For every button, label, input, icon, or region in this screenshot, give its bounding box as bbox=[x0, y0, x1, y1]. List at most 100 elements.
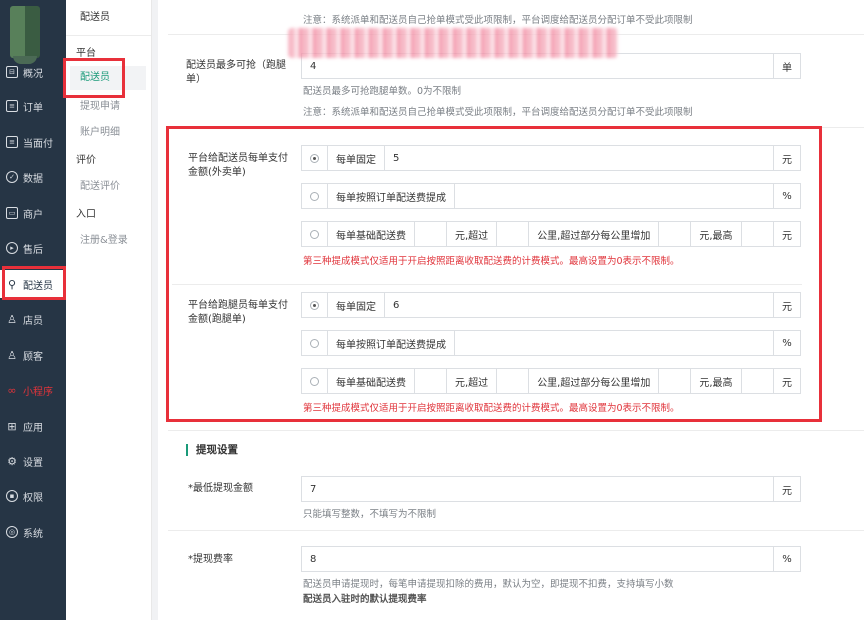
errand-max-input[interactable] bbox=[742, 369, 774, 393]
takeout-fixed-row[interactable]: 每单固定 5 元 bbox=[301, 145, 801, 171]
submenu-group-entry: 入口 bbox=[76, 209, 96, 220]
errand-fixed-row[interactable]: 每单固定 6 元 bbox=[301, 292, 801, 318]
errand-percent-value[interactable] bbox=[455, 331, 774, 355]
takeout-pay-label: 平台给配送员每单支付金额(外卖单) bbox=[188, 153, 288, 178]
nav-item-orders[interactable]: ≡ 订单 bbox=[0, 92, 66, 120]
takeout-distance-radio[interactable] bbox=[302, 222, 328, 246]
aftersale-icon: ▸ bbox=[6, 242, 18, 254]
errand-distance-radio[interactable] bbox=[302, 369, 328, 393]
takeout-max-input[interactable] bbox=[742, 222, 774, 246]
errand-fixed-label: 每单固定 bbox=[328, 293, 385, 317]
errand-extra-input[interactable] bbox=[659, 369, 692, 393]
withdraw-rate-value[interactable]: 8 bbox=[302, 547, 774, 571]
submenu-group-review: 评价 bbox=[76, 155, 96, 166]
errand-base-input[interactable] bbox=[415, 369, 447, 393]
data-icon: ✓ bbox=[6, 171, 18, 183]
takeout-fixed-label: 每单固定 bbox=[328, 146, 385, 170]
withdraw-section-title: 提现设置 bbox=[186, 444, 238, 456]
min-withdraw-value[interactable]: 7 bbox=[302, 477, 774, 501]
courier-icon: ⚲ bbox=[7, 277, 17, 291]
takeout-fixed-unit: 元 bbox=[782, 154, 792, 166]
min-withdraw-unit: 元 bbox=[782, 485, 792, 497]
errand-km-input[interactable] bbox=[497, 369, 530, 393]
nav-item-customer[interactable]: ♙ 顾客 bbox=[0, 341, 66, 369]
nav-item-label: 系统 bbox=[23, 528, 43, 540]
nav-item-system[interactable]: ◎ 系统 bbox=[0, 518, 66, 546]
errand-max-label: 元,最高 bbox=[691, 369, 742, 393]
errand-base-label: 每单基础配送费 bbox=[328, 369, 415, 393]
divider bbox=[168, 127, 864, 128]
miniprogram-icon: ∞ bbox=[7, 383, 17, 397]
takeout-extra-input[interactable] bbox=[659, 222, 692, 246]
withdraw-rate-label: *提现费率 bbox=[188, 554, 233, 565]
submenu-link-withdraw-apply[interactable]: 提现申请 bbox=[80, 97, 120, 112]
takeout-percent-value[interactable] bbox=[455, 184, 774, 208]
takeout-note: 第三种提成模式仅适用于开启按照距离收取配送费的计费模式。最高设置为0表示不限制。 bbox=[303, 256, 680, 267]
errand-fixed-radio[interactable] bbox=[302, 293, 328, 317]
customer-icon: ♙ bbox=[7, 348, 17, 362]
system-icon: ◎ bbox=[6, 526, 18, 538]
submenu-link-courier-review[interactable]: 配送评价 bbox=[80, 177, 120, 192]
nav-item-overview[interactable]: ⊟ 概况 bbox=[0, 58, 66, 86]
nav-item-label: 概况 bbox=[23, 68, 43, 80]
divider bbox=[168, 430, 864, 431]
nav-item-merchant[interactable]: ▭ 商户 bbox=[0, 199, 66, 227]
max-grab-unit: 单 bbox=[782, 62, 792, 74]
errand-percent-label: 每单按照订单配送费提成 bbox=[328, 331, 455, 355]
nav-item-label: 数据 bbox=[23, 173, 43, 185]
takeout-fixed-value[interactable]: 5 bbox=[385, 146, 774, 170]
app-logo bbox=[10, 6, 40, 64]
nav-item-courier[interactable]: ⚲ 配送员 bbox=[0, 270, 66, 298]
nav-item-label: 配送员 bbox=[23, 280, 53, 292]
takeout-percent-unit: % bbox=[782, 190, 792, 202]
radio-checked-icon bbox=[310, 300, 319, 310]
nav-item-data[interactable]: ✓ 数据 bbox=[0, 163, 66, 191]
errand-fixed-unit: 元 bbox=[782, 301, 792, 313]
nav-item-label: 小程序 bbox=[23, 386, 53, 398]
takeout-max-label: 元,最高 bbox=[691, 222, 742, 246]
takeout-base-input[interactable] bbox=[415, 222, 447, 246]
radio-checked-icon bbox=[310, 153, 319, 163]
nav-item-permission[interactable]: ▪ 权限 bbox=[0, 482, 66, 510]
nav-item-settings[interactable]: ⚙ 设置 bbox=[0, 447, 66, 475]
takeout-percent-row[interactable]: 每单按照订单配送费提成 % bbox=[301, 183, 801, 209]
takeout-distance-row[interactable]: 每单基础配送费 元,超过 公里,超过部分每公里增加 元,最高 元 bbox=[301, 221, 801, 247]
errand-note: 第三种提成模式仅适用于开启按照距离收取配送费的计费模式。最高设置为0表示不限制。 bbox=[303, 403, 680, 414]
radio-unchecked-icon bbox=[310, 376, 319, 386]
radio-unchecked-icon bbox=[310, 338, 319, 348]
errand-percent-row[interactable]: 每单按照订单配送费提成 % bbox=[301, 330, 801, 356]
submenu-link-account-detail[interactable]: 账户明细 bbox=[80, 123, 120, 138]
errand-percent-radio[interactable] bbox=[302, 331, 328, 355]
withdraw-rate-input[interactable]: 8 % bbox=[301, 546, 801, 572]
errand-fixed-value[interactable]: 6 bbox=[385, 293, 774, 317]
max-grab-help: 配送员最多可抢跑腿单数。0为不限制 bbox=[303, 86, 462, 97]
nav-item-clerk[interactable]: ♙ 店员 bbox=[0, 305, 66, 333]
takeout-percent-radio[interactable] bbox=[302, 184, 328, 208]
nav-item-label: 订单 bbox=[23, 102, 43, 114]
errand-pay-label: 平台给跑腿员每单支付金额(跑腿单) bbox=[188, 300, 288, 325]
takeout-base-label: 每单基础配送费 bbox=[328, 222, 415, 246]
nav-item-facepay[interactable]: ≡ 当面付 bbox=[0, 128, 66, 156]
nav-item-label: 应用 bbox=[23, 422, 43, 434]
submenu-group-platform: 平台 bbox=[76, 48, 96, 59]
withdraw-rate-help-2: 配送员入驻时的默认提现费率 bbox=[303, 594, 427, 605]
errand-km-extra-label: 公里,超过部分每公里增加 bbox=[529, 369, 660, 393]
nav-item-label: 设置 bbox=[23, 457, 43, 469]
min-withdraw-input[interactable]: 7 元 bbox=[301, 476, 801, 502]
redaction-blur bbox=[288, 28, 618, 58]
radio-unchecked-icon bbox=[310, 191, 319, 201]
nav-item-label: 权限 bbox=[23, 492, 43, 504]
overview-icon: ⊟ bbox=[6, 66, 18, 78]
takeout-km-input[interactable] bbox=[497, 222, 530, 246]
secondary-menu: 配送员 平台 配送员 提现申请 账户明细 评价 配送评价 入口 注册&登录 bbox=[66, 0, 152, 620]
submenu-link-courier[interactable]: 配送员 bbox=[70, 66, 146, 90]
errand-distance-row[interactable]: 每单基础配送费 元,超过 公里,超过部分每公里增加 元,最高 元 bbox=[301, 368, 801, 394]
takeout-max-unit: 元 bbox=[782, 230, 792, 242]
submenu-link-register-login[interactable]: 注册&登录 bbox=[80, 231, 128, 246]
nav-item-aftersale[interactable]: ▸ 售后 bbox=[0, 234, 66, 262]
nav-item-apps[interactable]: ⊞ 应用 bbox=[0, 412, 66, 440]
note-mid: 注意：系统派单和配送员自己抢单模式受此项限制，平台调度给配送员分配订单不受此项限… bbox=[303, 107, 693, 118]
settings-icon: ⚙ bbox=[7, 454, 17, 468]
takeout-fixed-radio[interactable] bbox=[302, 146, 328, 170]
nav-item-miniprogram[interactable]: ∞ 小程序 bbox=[0, 376, 66, 404]
